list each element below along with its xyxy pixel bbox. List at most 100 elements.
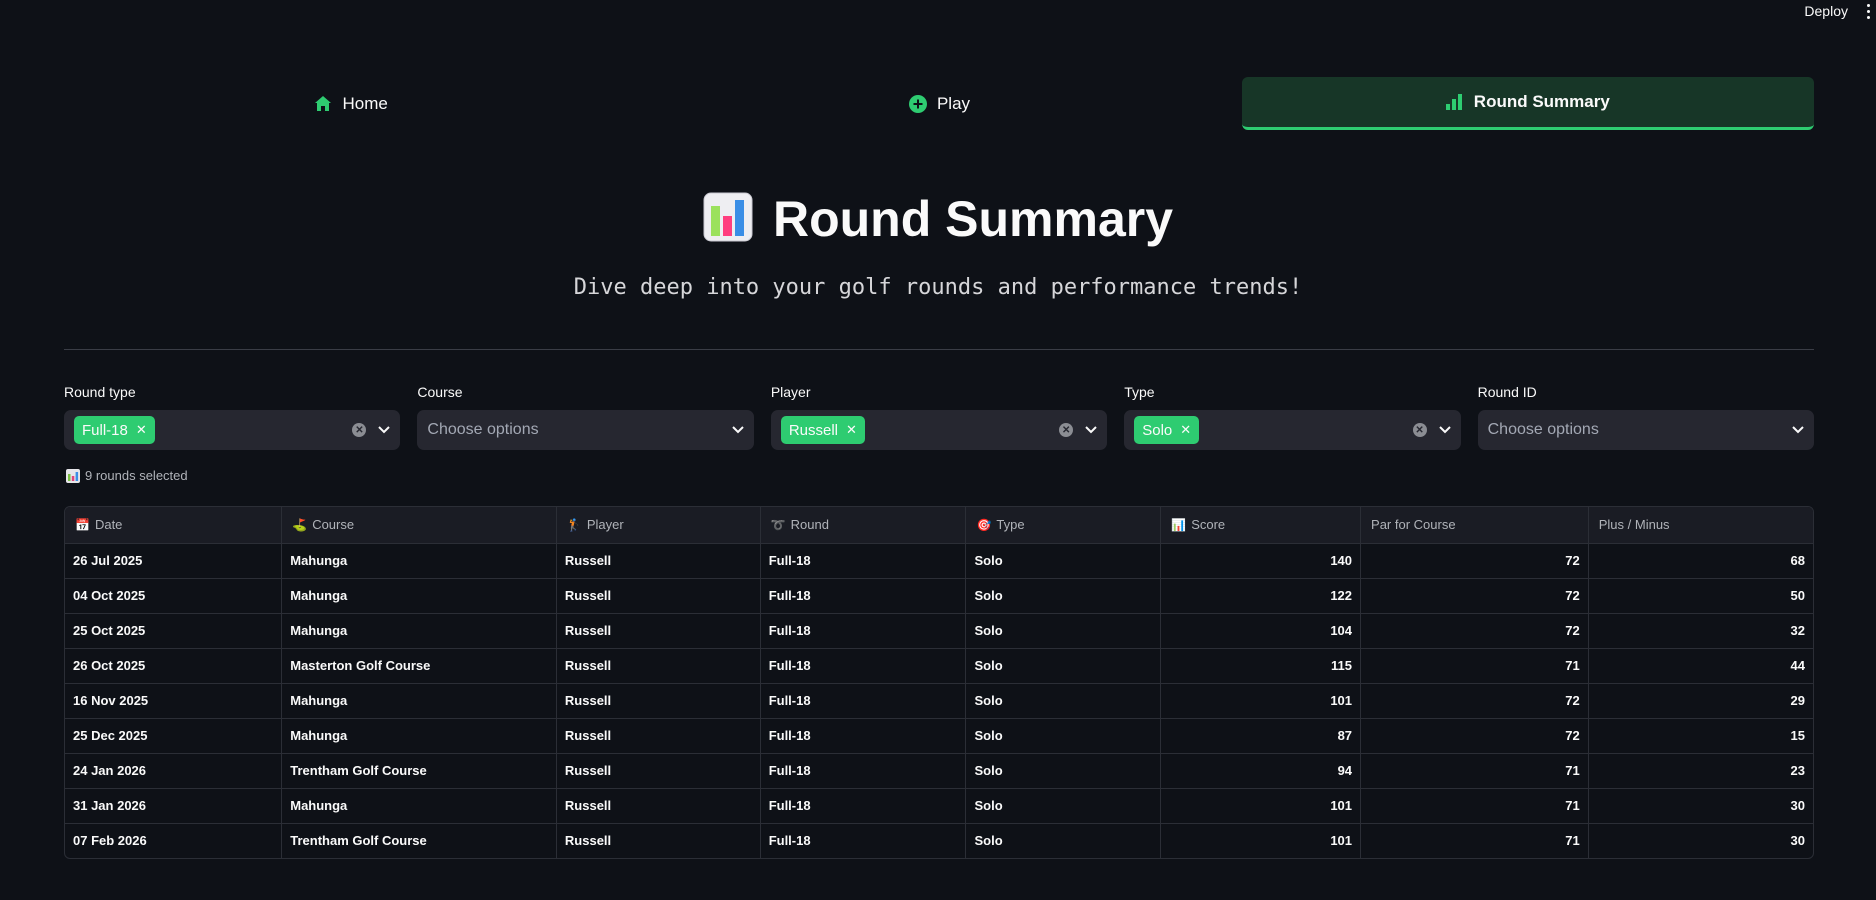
chevron-down-icon[interactable] — [1792, 426, 1804, 434]
table-cell: Russell — [556, 718, 761, 754]
column-header-plus-minus[interactable]: Plus / Minus — [1588, 507, 1813, 544]
table-cell: 71 — [1360, 648, 1589, 684]
nav-play-label: Play — [936, 93, 971, 113]
column-header-date[interactable]: 📅 Date — [65, 507, 283, 544]
table-cell: 15 — [1588, 718, 1813, 754]
chevron-down-icon[interactable] — [732, 426, 744, 434]
table-cell: 104 — [1160, 613, 1362, 649]
table-cell: Trentham Golf Course — [281, 823, 557, 858]
loop-icon: ➰ — [770, 517, 786, 532]
chevron-down-icon[interactable] — [378, 426, 391, 434]
table-row[interactable]: 26 Jul 2025 Mahunga Russell Full-18 Solo 140 7… — [65, 543, 1813, 579]
table-row[interactable]: 04 Oct 2025 Mahunga Russell Full-18 Solo 122 7… — [65, 578, 1813, 614]
nav-home-button[interactable]: Home — [65, 77, 637, 130]
clear-icon[interactable]: ✕ — [352, 423, 367, 437]
chip-label: Solo — [1142, 421, 1173, 439]
page-subtitle: Dive deep into your golf rounds and perf… — [573, 275, 1303, 300]
table-row[interactable]: 16 Nov 2025 Mahunga Russell Full-18 Solo 101 7… — [65, 683, 1813, 719]
table-cell: Full-18 — [760, 613, 967, 649]
chip-label: Russell — [788, 421, 838, 439]
table-cell: Russell — [556, 788, 761, 824]
table-row[interactable]: 26 Oct 2025 Masterton Golf Course Russell F… — [65, 648, 1813, 684]
chip-label: Full-18 — [82, 421, 128, 439]
table-cell: Full-18 — [760, 683, 967, 719]
divider — [64, 349, 1814, 350]
column-header-type[interactable]: 🎯 Type — [965, 507, 1162, 544]
table-cell: Mahunga — [281, 683, 557, 719]
table-cell: 72 — [1360, 543, 1589, 579]
main-menu-icon[interactable] — [1862, 3, 1874, 19]
table-cell: 25 Oct 2025 — [65, 613, 283, 649]
player-multiselect[interactable]: Russell ✕ ✕ — [770, 410, 1108, 450]
bar-chart-icon — [66, 468, 80, 483]
table-cell: 30 — [1790, 833, 1805, 849]
table-cell: 122 — [1160, 578, 1362, 614]
table-cell: 26 Jul 2025 — [65, 543, 283, 579]
column-header-player[interactable]: 🏌 Player — [556, 507, 761, 544]
table-row[interactable]: 31 Jan 2026 Mahunga Russell Full-18 Solo 101 7… — [65, 788, 1813, 824]
round-id-multiselect[interactable]: Choose options — [1477, 410, 1815, 450]
calendar-icon: 📅 — [75, 517, 90, 532]
type-multiselect[interactable]: Solo ✕ ✕ — [1124, 410, 1461, 450]
course-multiselect[interactable]: Choose options — [417, 410, 754, 450]
table-row[interactable]: 07 Feb 2026 Trentham Golf Course Russell Fu… — [65, 823, 1813, 858]
placeholder-text: Choose options — [427, 421, 539, 438]
table-cell: 71 — [1360, 788, 1589, 824]
table-row[interactable]: 25 Dec 2025 Mahunga Russell Full-18 Solo 87 72… — [65, 718, 1813, 754]
table-cell: Solo — [965, 718, 1162, 754]
column-header-course[interactable]: ⛳ Course — [281, 507, 557, 544]
filter-label: Type — [1124, 384, 1155, 400]
plus-circle-icon — [908, 94, 927, 113]
table-cell: 101 — [1160, 683, 1362, 719]
column-header-score[interactable]: 📊 Score — [1160, 507, 1362, 544]
table-cell: 29 — [1588, 683, 1813, 719]
column-header-round[interactable]: ➰ Round — [760, 507, 967, 544]
table-cell: Mahunga — [281, 788, 557, 824]
table-cell: Full-18 — [760, 753, 967, 789]
round-type-multiselect[interactable]: Full-18 ✕ ✕ — [64, 410, 401, 450]
table-cell: 32 — [1588, 613, 1813, 649]
nav-round-summary-button[interactable]: Round Summary — [1241, 77, 1814, 130]
table-cell: 31 Jan 2026 — [65, 788, 283, 824]
count-text: 9 rounds selected — [85, 468, 188, 483]
table-row[interactable]: 24 Jan 2026 Trentham Golf Course Russell Fu… — [65, 753, 1813, 789]
table-cell: 25 Dec 2025 — [65, 718, 283, 754]
clear-icon[interactable]: ✕ — [1412, 423, 1427, 437]
table-cell: 72 — [1360, 683, 1589, 719]
target-icon: 🎯 — [976, 517, 992, 532]
table-cell: 140 — [1160, 543, 1362, 579]
chevron-down-icon[interactable] — [1438, 426, 1451, 434]
table-cell: Russell — [556, 823, 761, 858]
remove-chip-icon[interactable]: ✕ — [846, 422, 857, 438]
table-cell: 16 Nov 2025 — [65, 683, 283, 719]
table-cell: Mahunga — [281, 543, 557, 579]
table-cell: 07 Feb 2026 — [65, 823, 283, 858]
table-row[interactable]: 25 Oct 2025 Mahunga Russell Full-18 Solo 104 7… — [65, 613, 1813, 649]
clear-icon[interactable]: ✕ — [1059, 423, 1074, 437]
table-cell: Russell — [556, 648, 761, 684]
page-title: Round Summary — [772, 191, 1174, 247]
table-cell: Russell — [556, 578, 761, 614]
bar-chart-icon — [703, 192, 753, 247]
table-cell: Full-18 — [760, 788, 967, 824]
table-cell: Solo — [965, 648, 1162, 684]
nav-play-button[interactable]: Play — [653, 77, 1225, 130]
table-cell: Russell — [556, 613, 761, 649]
selected-chip: Russell ✕ — [780, 416, 865, 444]
table-cell: 30 — [1588, 788, 1813, 824]
signal-bars-icon — [1445, 94, 1464, 110]
table-cell: Mahunga — [281, 613, 557, 649]
remove-chip-icon[interactable]: ✕ — [1180, 422, 1191, 438]
selected-chip: Solo ✕ — [1134, 416, 1200, 444]
deploy-button[interactable]: Deploy — [1804, 3, 1848, 19]
table-cell: Solo — [965, 543, 1162, 579]
table-cell: Full-18 — [760, 718, 967, 754]
remove-chip-icon[interactable]: ✕ — [136, 422, 147, 438]
chevron-down-icon[interactable] — [1085, 426, 1097, 434]
filter-course: Course Choose options — [417, 384, 754, 450]
table-cell: 101 — [1160, 788, 1362, 824]
column-header-par[interactable]: Par for Course — [1360, 507, 1589, 544]
table-cell: 44 — [1588, 648, 1813, 684]
rounds-table[interactable]: 📅 Date ⛳ Course 🏌 Player ➰ Round 🎯 Type 📊 Scor… — [64, 506, 1814, 859]
nav-round-summary-label: Round Summary — [1473, 92, 1610, 111]
